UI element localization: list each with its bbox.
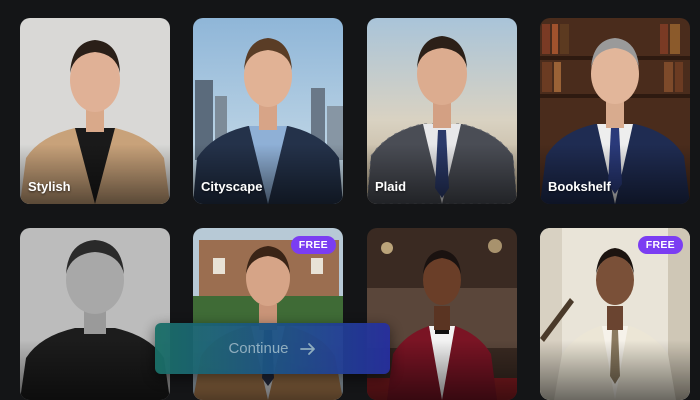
continue-label: Continue [228,340,289,357]
style-label: Plaid [375,179,407,194]
label-shade [20,144,170,204]
style-label: Stylish [28,179,71,194]
free-badge: FREE [637,236,683,254]
style-card-mansion[interactable]: FREE [193,228,343,400]
style-card-bookshelf[interactable]: Bookshelf [540,18,690,204]
style-card-black-and-white[interactable] [20,228,170,400]
style-label: Cityscape [201,179,263,194]
style-label: Bookshelf [548,179,611,194]
label-shade [367,144,517,204]
label-shade [540,340,690,400]
style-card-stylish[interactable]: Stylish [20,18,170,204]
continue-button[interactable]: Continue [155,323,390,374]
style-card-red-carpet[interactable] [367,228,517,400]
style-card-plaid[interactable]: Plaid [367,18,517,204]
free-badge: FREE [290,236,336,254]
label-shade [20,340,170,400]
label-shade [540,144,690,204]
arrow-right-icon [299,342,315,355]
style-card-cityscape[interactable]: Cityscape [193,18,343,204]
label-shade [193,144,343,204]
style-card-grand-staircase[interactable]: FREE [540,228,690,400]
